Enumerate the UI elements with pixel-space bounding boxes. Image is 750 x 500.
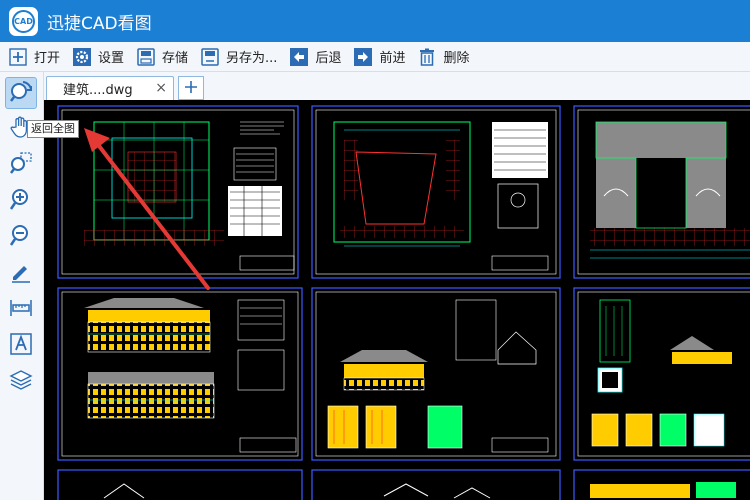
plus-icon [8, 47, 28, 67]
gear-icon [72, 47, 92, 67]
delete-label: 删除 [443, 51, 470, 66]
sheet-floor-plan-1 [57, 105, 299, 279]
save-icon [136, 47, 156, 67]
pen-button[interactable] [5, 258, 37, 290]
text-button[interactable] [5, 330, 37, 362]
sheet-details-1 [311, 287, 561, 461]
fit-all-button[interactable] [5, 77, 37, 109]
text-icon [9, 332, 33, 360]
sheet-elevations [57, 287, 303, 461]
drawing-canvas[interactable] [44, 100, 750, 500]
sheet-details-2 [573, 287, 750, 461]
app-logo: CAD [9, 6, 38, 36]
back-label: 后退 [315, 51, 342, 66]
ruler-icon [9, 296, 33, 324]
save-as-button[interactable]: 另存为... [200, 45, 277, 69]
fit-all-tooltip: 返回全图 [27, 120, 79, 138]
document-tab-label: 建筑....dwg [63, 83, 133, 98]
delete-button[interactable]: 删除 [417, 45, 470, 69]
settings-button[interactable]: 设置 [72, 45, 124, 69]
arrow-left-icon [289, 47, 309, 67]
cad-drawing [57, 105, 750, 500]
layers-button[interactable] [5, 366, 37, 398]
document-tab[interactable]: 建筑....dwg × [46, 76, 174, 100]
zoom-window-icon [9, 151, 33, 179]
app-title: 迅捷CAD看图 [47, 13, 152, 34]
forward-button[interactable]: 前进 [353, 45, 405, 69]
cad-logo-icon: CAD [12, 9, 35, 33]
zoom-in-button[interactable] [5, 185, 37, 217]
close-icon[interactable]: × [155, 80, 167, 96]
layers-icon [9, 368, 33, 396]
plus-icon [184, 79, 198, 98]
sheet-floor-plan-2 [311, 105, 561, 279]
back-button[interactable]: 后退 [289, 45, 341, 69]
pen-icon [9, 260, 33, 288]
zoom-window-button[interactable] [5, 149, 37, 181]
trash-icon [417, 47, 437, 67]
sheet-row-bottom [57, 469, 750, 500]
open-label: 打开 [34, 51, 61, 66]
document-tab-bar: 建筑....dwg × [44, 72, 750, 100]
zoom-extents-icon [8, 78, 34, 108]
title-bar: CAD 迅捷CAD看图 [0, 0, 750, 42]
zoom-out-button[interactable] [5, 221, 37, 253]
arrow-right-icon [353, 47, 373, 67]
forward-label: 前进 [379, 51, 406, 66]
sheet-roof-plan [573, 105, 750, 279]
measure-button[interactable] [5, 294, 37, 326]
zoom-in-icon [9, 187, 33, 215]
zoom-out-icon [9, 223, 33, 251]
main-toolbar: 打开 设置 存储 另存为... 后退 前进 删除 [0, 42, 750, 72]
open-button[interactable]: 打开 [8, 45, 60, 69]
settings-label: 设置 [98, 51, 125, 66]
add-tab-button[interactable] [178, 76, 204, 100]
save-button[interactable]: 存储 [136, 45, 188, 69]
save-as-icon [200, 47, 220, 67]
save-label: 存储 [162, 51, 189, 66]
save-as-label: 另存为... [226, 51, 278, 66]
